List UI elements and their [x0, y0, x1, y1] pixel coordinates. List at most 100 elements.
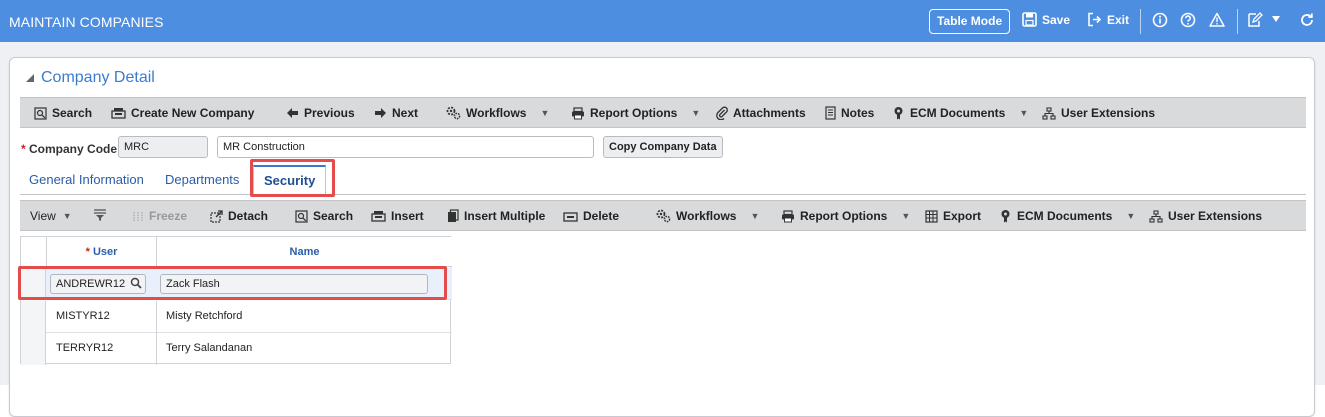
collapse-icon[interactable]	[25, 73, 35, 83]
create-new-company-button[interactable]: Create New Company	[111, 106, 254, 120]
panel-title-text: Company Detail	[41, 69, 155, 86]
tab-bar: General Information Departments Security	[20, 165, 1306, 195]
insert-button[interactable]: Insert	[371, 209, 424, 223]
info-icon[interactable]	[1152, 12, 1168, 28]
arrow-left-icon	[286, 107, 299, 119]
insert-multiple-icon	[447, 209, 459, 223]
save-button[interactable]: Save	[1022, 12, 1070, 27]
grid-user-extensions-button[interactable]: User Extensions	[1149, 209, 1262, 223]
chevron-down-icon[interactable]: ▼	[691, 108, 700, 118]
insert-multiple-label: Insert Multiple	[464, 209, 546, 223]
copy-company-data-button[interactable]: Copy Company Data	[603, 136, 723, 158]
table-row[interactable]: MISTYR12 Misty Retchford	[21, 301, 452, 333]
search-icon	[34, 106, 47, 120]
notes-icon	[825, 106, 836, 120]
detach-icon	[210, 209, 223, 223]
freeze-label: Freeze	[149, 209, 188, 223]
search-icon	[295, 209, 308, 223]
edit-icon[interactable]	[1247, 12, 1263, 28]
chevron-down-icon[interactable]: ▼	[750, 211, 759, 221]
create-label: Create New Company	[131, 106, 255, 120]
grid-ecm-label: ECM Documents	[1017, 209, 1113, 223]
divider	[1237, 9, 1238, 34]
user-extensions-button[interactable]: User Extensions	[1042, 106, 1155, 120]
create-icon	[111, 107, 126, 120]
freeze-button[interactable]: Freeze	[132, 209, 187, 223]
hierarchy-icon	[1149, 209, 1163, 223]
table-mode-button[interactable]: Table Mode	[929, 9, 1011, 34]
content-area: Company Detail Search Create New Company…	[0, 42, 1325, 417]
next-button[interactable]: Next	[374, 106, 418, 120]
grid-report-options-label: Report Options	[800, 209, 888, 223]
user-extensions-label: User Extensions	[1061, 106, 1156, 120]
table-row[interactable]: TERRYR12 Terry Salandanan	[21, 333, 452, 365]
previous-label: Previous	[304, 106, 355, 120]
ecm-icon	[892, 106, 905, 120]
user-cell: MISTYR12	[56, 310, 110, 322]
previous-button[interactable]: Previous	[286, 106, 355, 120]
export-icon	[925, 209, 938, 223]
chevron-down-icon[interactable]: ▼	[1126, 211, 1135, 221]
grid-search-button[interactable]: Search	[295, 209, 353, 223]
attachments-button[interactable]: Attachments	[716, 106, 806, 120]
row-selector[interactable]	[21, 301, 46, 333]
grid-header: * User Name	[21, 237, 452, 267]
insert-multiple-button[interactable]: Insert Multiple	[447, 209, 545, 223]
exit-button[interactable]: Exit	[1087, 12, 1129, 27]
grid-report-options-button[interactable]: Report Options ▼	[781, 209, 910, 223]
warning-icon[interactable]	[1209, 12, 1225, 28]
title-bar: MAINTAIN COMPANIES Table Mode Save Exit	[0, 0, 1325, 42]
printer-icon	[571, 106, 585, 120]
delete-icon	[563, 210, 578, 223]
help-icon[interactable]	[1180, 12, 1196, 28]
export-button[interactable]: Export	[925, 209, 981, 223]
chevron-down-icon[interactable]: ▼	[901, 211, 910, 221]
panel-title[interactable]: Company Detail	[25, 69, 155, 87]
detach-label: Detach	[228, 209, 269, 223]
save-label: Save	[1042, 12, 1071, 27]
company-code-field[interactable]: MRC	[118, 136, 208, 158]
search-button[interactable]: Search	[34, 106, 92, 120]
company-name-field[interactable]: MR Construction	[217, 136, 594, 158]
search-label: Search	[52, 106, 93, 120]
tab-departments[interactable]: Departments	[165, 172, 239, 187]
column-header-name[interactable]: Name	[156, 237, 452, 267]
workflows-button[interactable]: Workflows ▼	[446, 106, 549, 120]
grid-workflows-button[interactable]: Workflows ▼	[656, 209, 759, 223]
insert-icon	[371, 210, 386, 223]
security-tab-highlight	[250, 159, 335, 197]
view-dropdown[interactable]: View ▼	[30, 209, 72, 223]
grid-ecm-documents-button[interactable]: ECM Documents ▼	[999, 209, 1135, 223]
gears-icon	[656, 209, 671, 223]
chevron-down-icon[interactable]: ▼	[540, 108, 549, 118]
notes-button[interactable]: Notes	[825, 106, 874, 120]
main-toolbar: Search Create New Company Previous Next …	[20, 97, 1306, 128]
required-mark: *	[85, 246, 90, 258]
grid-search-label: Search	[313, 209, 354, 223]
paperclip-icon	[716, 106, 728, 120]
tab-general-information[interactable]: General Information	[29, 172, 144, 187]
company-detail-panel: Company Detail Search Create New Company…	[9, 57, 1315, 417]
ecm-documents-button[interactable]: ECM Documents ▼	[892, 106, 1028, 120]
refresh-icon[interactable]	[1299, 12, 1315, 28]
grid-user-extensions-label: User Extensions	[1168, 209, 1263, 223]
row-selector[interactable]	[21, 333, 46, 365]
report-options-button[interactable]: Report Options ▼	[571, 106, 700, 120]
chevron-down-icon[interactable]	[1271, 14, 1281, 24]
report-options-label: Report Options	[590, 106, 678, 120]
column-header-user[interactable]: * User	[46, 237, 156, 267]
security-grid: * User Name ANDREWR12 Zack Flash MISTYR1…	[20, 236, 452, 365]
filter-icon[interactable]	[93, 209, 107, 222]
row-highlight	[18, 266, 447, 300]
chevron-down-icon[interactable]: ▼	[1019, 108, 1028, 118]
save-icon	[1022, 12, 1037, 27]
freeze-icon	[132, 210, 144, 223]
view-label: View	[30, 209, 56, 223]
hierarchy-icon	[1042, 106, 1056, 120]
detach-button[interactable]: Detach	[210, 209, 268, 223]
name-cell: Misty Retchford	[166, 310, 243, 322]
chevron-down-icon: ▼	[62, 211, 72, 221]
next-label: Next	[392, 106, 419, 120]
divider	[1140, 9, 1141, 34]
delete-button[interactable]: Delete	[563, 209, 619, 223]
